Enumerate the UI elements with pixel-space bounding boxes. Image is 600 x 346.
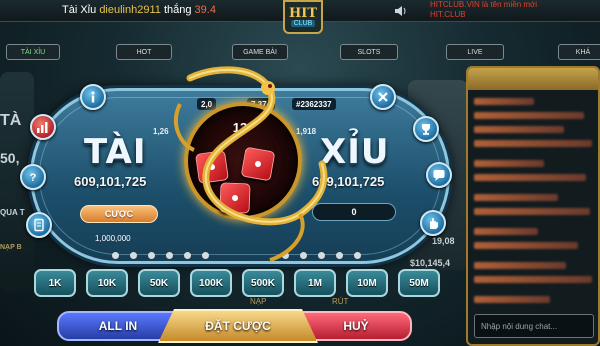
tab-tai-xiu[interactable]: TÀI XỈU — [6, 44, 60, 60]
marquee-user: dieulinh2911 — [99, 4, 161, 16]
history-dot — [318, 252, 325, 259]
history-dot — [148, 252, 155, 259]
history-dot — [184, 252, 191, 259]
chip-500k[interactable]: 500K — [242, 269, 284, 297]
tab-hot[interactable]: HOT — [116, 44, 172, 60]
bg-fragment: QUA T — [0, 208, 25, 217]
tai-title[interactable]: TÀI — [84, 132, 147, 172]
trophy-icon[interactable] — [413, 116, 439, 142]
chat-message — [474, 194, 558, 201]
round-id: #2362337 — [292, 98, 336, 110]
round-id-text: #2362337 — [296, 99, 332, 109]
history-dots — [112, 252, 372, 260]
cancel-button[interactable]: HUỶ — [300, 311, 412, 341]
history-dot — [202, 252, 209, 259]
marquee-verb: thắng — [163, 4, 192, 16]
round-value-a: 2,0 — [201, 99, 213, 109]
site-logo[interactable]: HIT CLUB — [283, 0, 323, 34]
chip-1m[interactable]: 1M — [294, 269, 336, 297]
chat-message — [474, 242, 578, 249]
close-icon[interactable] — [370, 84, 396, 110]
chip-50k[interactable]: 50K — [138, 269, 180, 297]
history-dot — [336, 252, 343, 259]
notice-line-2: HIT.CLUB — [430, 10, 466, 19]
chat-panel: Nhập nội dung chat... — [466, 66, 600, 346]
bet-amount: 1,000,000 — [95, 234, 131, 243]
logo-mark: HIT — [288, 6, 318, 21]
chat-message — [474, 126, 564, 133]
chat-message — [474, 112, 584, 119]
tab-slots[interactable]: SLOTS — [340, 44, 398, 60]
dice — [195, 150, 229, 184]
chip-100k[interactable]: 100K — [190, 269, 232, 297]
chat-message — [474, 276, 592, 283]
chat-message — [474, 208, 590, 215]
marquee-amount: 39.4 — [194, 4, 216, 16]
dice-pip — [231, 194, 239, 202]
chip-10k[interactable]: 10K — [86, 269, 128, 297]
xiu-bet-box[interactable]: 0 — [312, 203, 396, 221]
chat-message — [474, 160, 544, 167]
dice-pip — [254, 160, 262, 168]
history-icon[interactable] — [26, 212, 52, 238]
xiu-pool: 609,101,725 — [312, 174, 385, 189]
history-dot — [282, 252, 289, 259]
chat-header — [468, 68, 598, 90]
bg-fragment: $10,145,4 — [410, 258, 451, 268]
win-marquee: Tài Xỉu dieulinh2911 thắng 39.4 — [62, 4, 216, 16]
chip-50m[interactable]: 50M — [398, 269, 440, 297]
chat-message — [474, 140, 592, 147]
chip-row: 1K 10K 50K 100K 500K 1M 10M 50M — [0, 269, 460, 299]
hand-icon[interactable] — [420, 210, 446, 236]
chat-message — [474, 98, 534, 105]
bg-fragment: 50, — [0, 150, 20, 166]
history-dot — [130, 252, 137, 259]
dice-pip — [208, 163, 216, 171]
countdown-timer: 13 — [232, 120, 248, 135]
info-icon[interactable] — [80, 84, 106, 110]
tab-more[interactable]: KHÁ — [558, 44, 600, 60]
notice-line-1: HITCLUB.VIN là tên miền mới — [430, 0, 538, 9]
chat-message — [474, 228, 538, 235]
chat-message — [474, 262, 566, 269]
history-dot — [112, 252, 119, 259]
chat-icon[interactable] — [426, 162, 452, 188]
tab-game-bai[interactable]: GAME BÀI — [232, 44, 288, 60]
history-dot — [354, 252, 361, 259]
history-dot — [166, 252, 173, 259]
domain-notice: HITCLUB.VIN là tên miền mới HIT.CLUB — [430, 0, 537, 20]
chat-input[interactable]: Nhập nội dung chat... — [474, 314, 594, 338]
all-in-button[interactable]: ALL IN — [57, 311, 179, 341]
tai-players: 1,26 — [153, 127, 169, 136]
svg-text:?: ? — [30, 172, 37, 184]
dice — [240, 146, 276, 182]
help-icon[interactable]: ? — [20, 164, 46, 190]
bg-fragment: TÀ — [0, 112, 22, 129]
bg-fragment: 19,08 — [432, 236, 455, 246]
chip-1k[interactable]: 1K — [34, 269, 76, 297]
chip-10m[interactable]: 10M — [346, 269, 388, 297]
chat-message — [474, 296, 550, 303]
bet-button[interactable]: CƯỢC — [80, 205, 158, 223]
tab-live[interactable]: LIVE — [446, 44, 504, 60]
xiu-title[interactable]: XỈU — [320, 132, 389, 172]
history-dot — [300, 252, 307, 259]
category-tabs: TÀI XỈU HOT GAME BÀI SLOTS LIVE KHÁ — [0, 44, 600, 60]
round-value-left: 2,0 — [197, 98, 217, 110]
bg-fragment: NẠP B — [0, 244, 22, 251]
chat-message — [474, 174, 586, 181]
marquee-game: Tài Xỉu — [62, 4, 97, 16]
tai-pool: 609,101,725 — [74, 174, 147, 189]
stats-icon[interactable] — [30, 114, 56, 140]
place-bet-button[interactable]: ĐẶT CƯỢC — [158, 309, 318, 343]
logo-sub: CLUB — [290, 20, 316, 27]
xiu-players: 1,918 — [296, 127, 317, 136]
sound-icon[interactable] — [394, 4, 408, 16]
dice — [219, 182, 251, 214]
